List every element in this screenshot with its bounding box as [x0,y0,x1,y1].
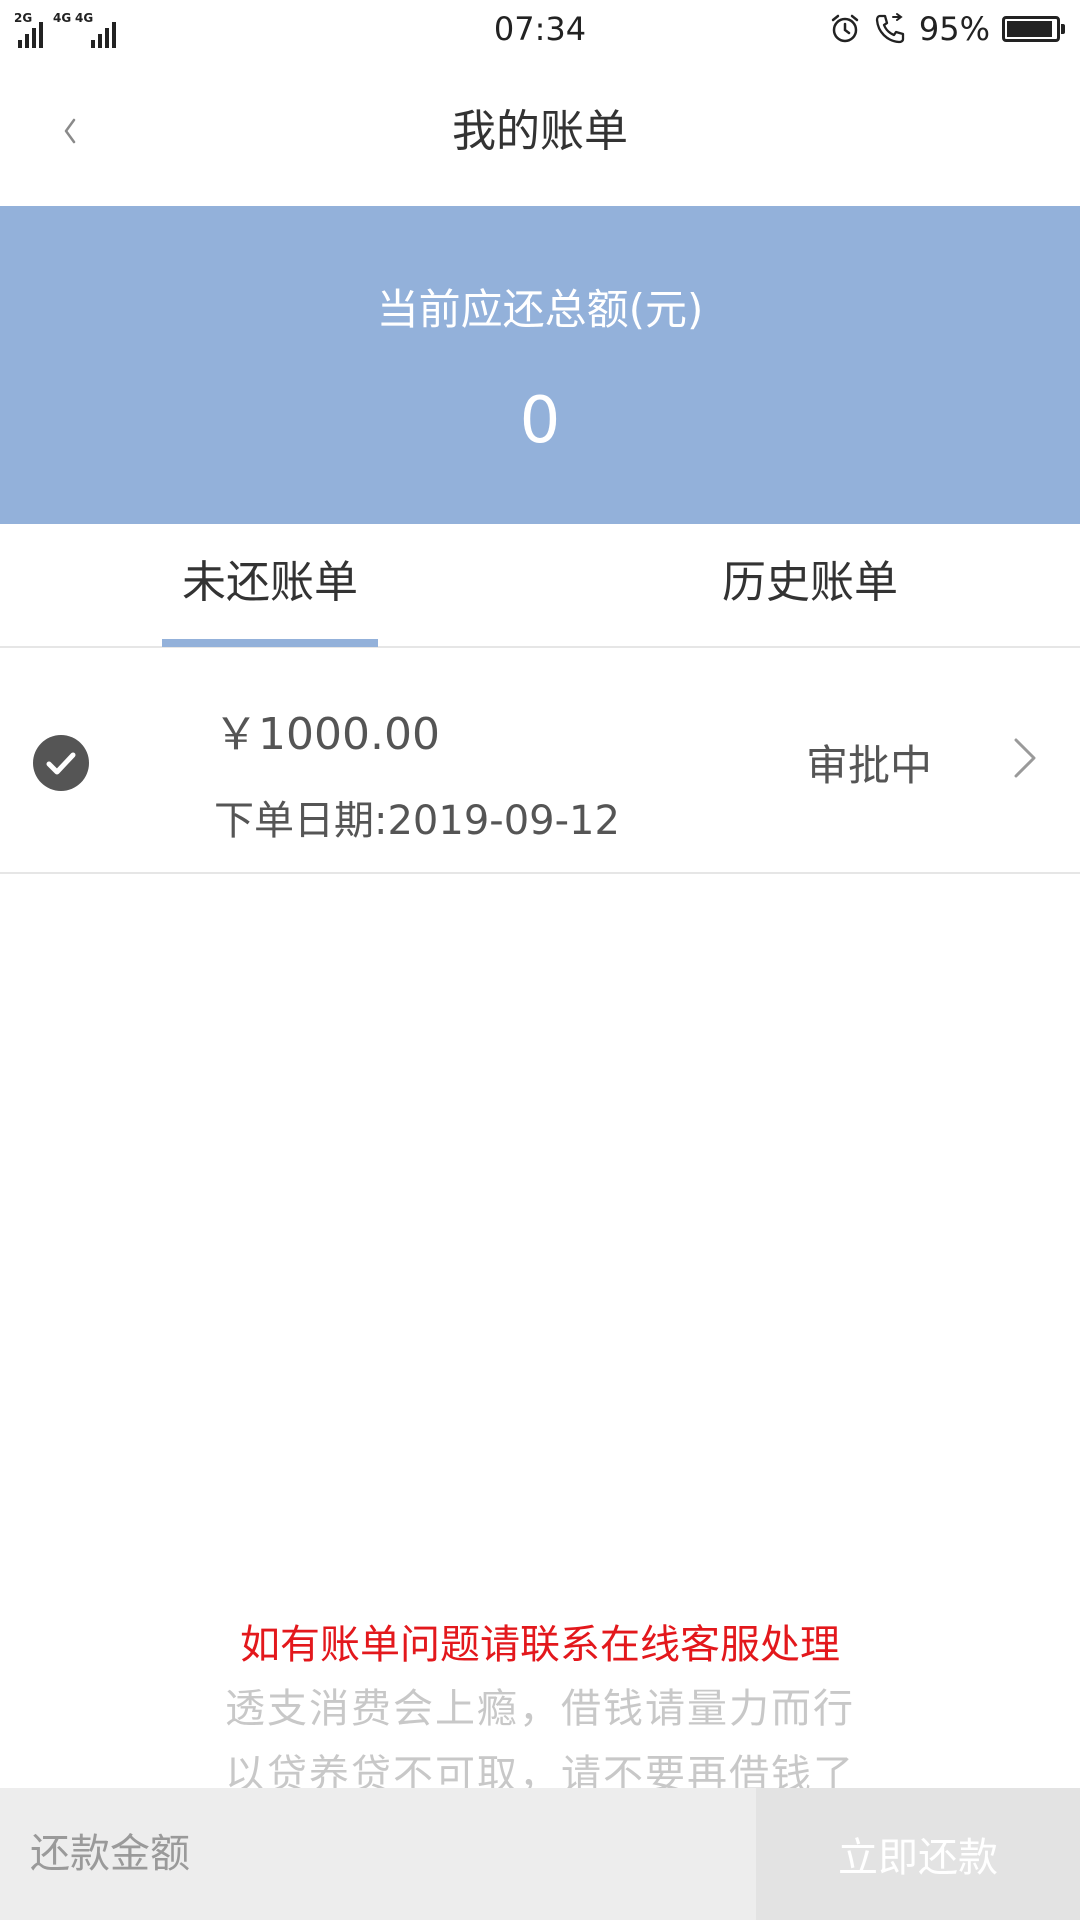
check-circle-icon[interactable] [33,735,89,791]
status-bar: 2G 4G 4G 07:34 95% [0,0,1080,58]
tab-history-bills[interactable]: 历史账单 [700,524,920,648]
repay-amount-input[interactable] [0,1788,756,1920]
battery-level [1007,21,1053,37]
nav-header: 我的账单 [0,58,1080,206]
support-notice: 如有账单问题请联系在线客服处理 [240,1622,840,1668]
tab-unpaid-bills[interactable]: 未还账单 [160,524,380,648]
bill-page: 2G 4G 4G 07:34 95% 我的账单 当前应还总额(元) 0 未还账单… [0,0,1080,1920]
bill-tabs: 未还账单 历史账单 [0,524,1080,648]
borrowing-warning-line-1: 透支消费会上瘾，借钱请量力而行 [225,1686,855,1732]
active-tab-indicator [162,639,378,647]
bill-order-date: 下单日期:2019-09-12 [214,798,620,844]
bill-amount: ￥1000.00 [214,709,440,760]
call-icon [875,13,905,44]
repay-now-button[interactable]: 立即还款 [756,1788,1080,1920]
total-due-label: 当前应还总额(元) [376,285,704,334]
page-title: 我的账单 [452,106,628,157]
bill-status: 审批中 [806,741,933,790]
total-due-banner: 当前应还总额(元) 0 [0,206,1080,524]
battery-percent: 95% [918,10,990,48]
alarm-icon [831,14,859,43]
total-due-amount: 0 [519,384,561,458]
bill-list-item[interactable]: ￥1000.00 下单日期:2019-09-12 审批中 [0,648,1080,874]
chevron-right-icon[interactable] [1008,732,1044,784]
battery-icon [1002,16,1065,42]
status-icons: 95% [829,9,1066,49]
repay-bar: 立即还款 [0,1788,1080,1920]
